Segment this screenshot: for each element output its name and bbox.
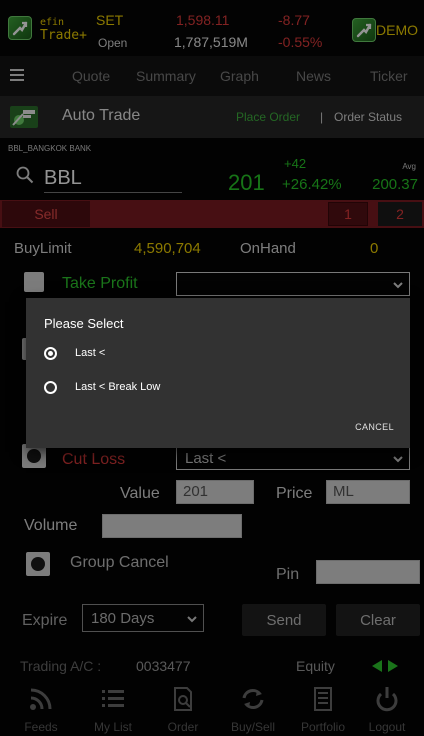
menu-item-news[interactable]: News: [296, 68, 331, 84]
list-icon: [102, 690, 124, 707]
stock-full-name: BBL_BANGKOK BANK: [8, 144, 92, 153]
volume-label: Volume: [24, 517, 78, 534]
dialog-cancel-button[interactable]: CANCEL: [355, 422, 394, 432]
cut-loss-select[interactable]: Last <: [176, 446, 410, 470]
radio-unselected-icon: [44, 380, 57, 394]
volume-input[interactable]: [102, 514, 242, 538]
price-change: +42: [284, 156, 307, 171]
tab-my-list[interactable]: My List: [80, 684, 146, 736]
onhand-label: OnHand: [240, 240, 296, 257]
value-input[interactable]: 201: [176, 480, 254, 504]
tab-portfolio[interactable]: Portfolio: [290, 684, 356, 736]
onhand-value: 0: [370, 240, 379, 257]
main-menu: Quote Summary Graph News Ticker: [0, 56, 424, 96]
clear-button[interactable]: Clear: [336, 604, 420, 636]
search-icon[interactable]: [16, 166, 34, 184]
feeds-icon: [30, 688, 52, 710]
tab-buy-sell[interactable]: Buy/Sell: [220, 684, 286, 736]
expire-label: Expire: [22, 612, 68, 629]
menu-item-summary[interactable]: Summary: [136, 68, 196, 84]
bottom-tab-bar: Feeds My List Order Buy/Sell Portfolio L…: [0, 684, 424, 736]
index-value: 1,598.11: [176, 12, 230, 28]
radio-selected-icon: [44, 346, 57, 360]
dialog-option-last[interactable]: Last <: [44, 344, 105, 362]
session-status: Open: [98, 36, 128, 50]
dialog-option-label: Last <: [75, 347, 106, 359]
tab-logout[interactable]: Logout: [354, 684, 420, 736]
expire-select[interactable]: 180 Days: [82, 604, 204, 632]
order-icon: [174, 687, 192, 711]
take-profit-select[interactable]: [176, 272, 410, 296]
tab-buy-sell-label: Buy/Sell: [230, 720, 276, 734]
menu-item-graph[interactable]: Graph: [220, 68, 259, 84]
value-label: Value: [120, 485, 160, 502]
account-number: 0033477: [136, 658, 191, 674]
expire-selected: 180 Days: [91, 610, 155, 627]
efin-logo-icon: [8, 16, 32, 40]
order-status-link[interactable]: Order Status: [334, 110, 402, 124]
price-pct-change: +26.42%: [282, 176, 342, 193]
send-button[interactable]: Send: [242, 604, 326, 636]
chevron-down-icon: [187, 616, 197, 623]
group-cancel-radio[interactable]: [26, 552, 50, 576]
auto-trade-title: Auto Trade: [62, 107, 141, 124]
dialog-option-label: Last < Break Low: [75, 381, 161, 393]
market-volume: 1,787,519M: [174, 34, 248, 50]
buy-sell-icon: [242, 689, 264, 709]
chevron-down-icon: [393, 282, 403, 289]
last-price: 201: [228, 170, 265, 195]
demo-label: DEMO: [376, 22, 418, 38]
logo-line2: Trade+: [40, 28, 87, 43]
arrow-left-right-icon[interactable]: [370, 660, 400, 672]
tab-my-list-label: My List: [93, 720, 132, 734]
cut-loss-label: Cut Loss: [62, 451, 126, 468]
tab-feeds-label: Feeds: [24, 720, 58, 734]
market-header: efin Trade+ SET 1,598.11 -8.77 Open 1,78…: [0, 0, 424, 56]
pin-input[interactable]: [316, 560, 420, 584]
buy-limit-value: 4,590,704: [134, 240, 201, 257]
chevron-down-icon: [393, 456, 403, 463]
place-order-link[interactable]: Place Order: [236, 110, 300, 124]
price-label: Price: [276, 485, 313, 502]
buy-limit-label: BuyLimit: [14, 240, 72, 257]
sell-button[interactable]: Sell: [2, 201, 90, 227]
price-input[interactable]: ML: [326, 480, 410, 504]
menu-item-ticker[interactable]: Ticker: [370, 68, 408, 84]
group-cancel-label: Group Cancel: [70, 554, 169, 571]
auto-trade-icon: [10, 106, 38, 128]
demo-logo-icon: [352, 18, 376, 42]
account-2-button[interactable]: 2: [378, 202, 422, 226]
tab-order[interactable]: Order: [150, 684, 216, 736]
menu-item-quote[interactable]: Quote: [72, 68, 110, 84]
pct-change: -0.55%: [278, 34, 323, 50]
take-profit-label: Take Profit: [62, 275, 138, 292]
side-selector: Sell 1 2: [0, 200, 424, 228]
pin-label: Pin: [276, 566, 300, 583]
dialog-option-break-low[interactable]: Last < Break Low: [44, 378, 160, 396]
dialog-title: Please Select: [44, 316, 124, 331]
tab-logout-label: Logout: [368, 720, 406, 734]
auto-trade-bar: Auto Trade Place Order | Order Status: [0, 96, 424, 138]
portfolio-icon: [314, 687, 332, 711]
select-dialog: Please Select Last < Last < Break Low CA…: [26, 298, 410, 448]
tab-feeds[interactable]: Feeds: [8, 684, 74, 736]
tab-portfolio-label: Portfolio: [300, 720, 346, 734]
nav-separator: |: [320, 110, 324, 124]
account-1-button[interactable]: 1: [328, 202, 368, 226]
symbol-input[interactable]: [44, 165, 182, 193]
take-profit-checkbox[interactable]: [24, 272, 44, 292]
cut-loss-selected: Last <: [185, 450, 227, 467]
tab-order-label: Order: [167, 720, 199, 734]
equity-label: Equity: [296, 658, 335, 674]
index-change: -8.77: [278, 12, 310, 28]
hamburger-icon[interactable]: [10, 69, 24, 81]
index-name: SET: [96, 12, 124, 28]
account-label: Trading A/C :: [20, 658, 102, 674]
avg-value: 200.37: [372, 176, 418, 193]
app-logo-text: efin Trade+: [40, 16, 87, 42]
avg-label: Avg: [402, 162, 416, 171]
app-root: efin Trade+ SET 1,598.11 -8.77 Open 1,78…: [0, 0, 424, 736]
power-icon: [376, 687, 398, 712]
